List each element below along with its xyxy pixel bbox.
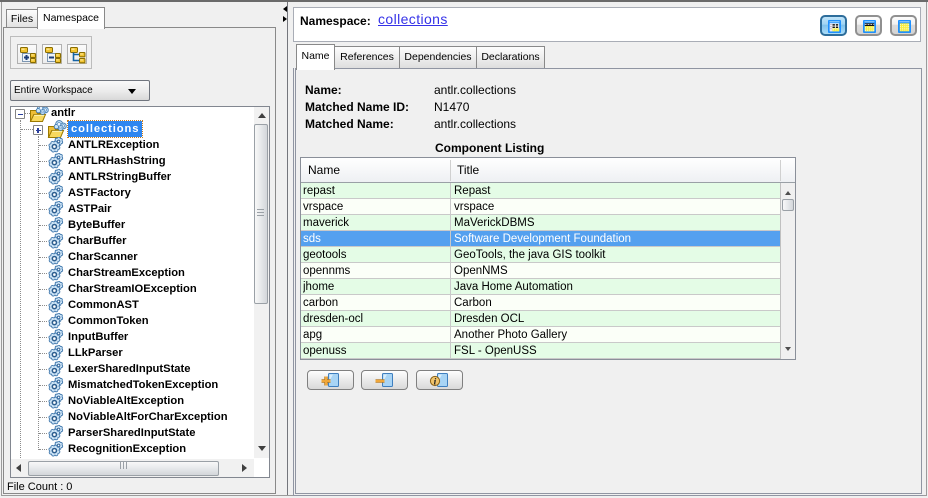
svg-text:i: i	[434, 377, 437, 387]
